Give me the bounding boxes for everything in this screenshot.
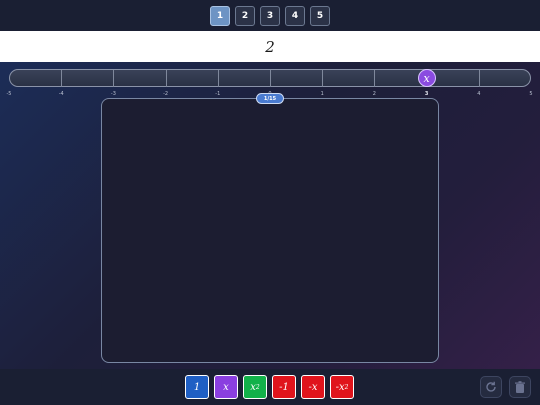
number-line <box>9 69 531 87</box>
tick-label: 5 <box>529 91 533 97</box>
tick-label: 2 <box>372 91 376 97</box>
expression-text: 2 <box>265 37 275 56</box>
tick-label: 3 <box>424 91 429 97</box>
tick-label: 4 <box>477 91 481 97</box>
tile-label: 1 <box>193 381 201 393</box>
page-button-1[interactable]: 1 <box>210 5 230 26</box>
reset-icon <box>486 381 496 392</box>
tile-neg-x-squared[interactable]: -x 2 <box>330 375 354 399</box>
tile-exponent: 2 <box>344 383 349 391</box>
tile-x[interactable]: x <box>214 375 238 399</box>
tile-label: -x <box>335 381 345 393</box>
tile-exponent: 2 <box>255 383 260 391</box>
page-button-2[interactable]: 2 <box>235 5 255 26</box>
number-line-tick <box>113 70 115 87</box>
score-badge: 1/15 <box>256 93 284 104</box>
trash-button[interactable] <box>509 376 531 398</box>
tile-workspace[interactable] <box>101 98 439 363</box>
trash-icon <box>515 381 525 393</box>
number-line-tick <box>374 70 376 87</box>
number-line-tick <box>322 70 324 87</box>
tile-label: -1 <box>279 381 289 393</box>
tile-neg-x[interactable]: -x <box>301 375 325 399</box>
number-line-tick <box>61 70 63 87</box>
page-selector: 12345 <box>0 0 540 31</box>
tile-neg-1[interactable]: -1 <box>272 375 296 399</box>
expression-display: 2 <box>0 31 540 62</box>
x-marker[interactable]: x <box>417 69 436 87</box>
number-line-tick <box>217 70 219 87</box>
tick-label: -1 <box>215 91 221 97</box>
page-button-4[interactable]: 4 <box>285 5 305 26</box>
tile-x-squared[interactable]: x2 <box>243 375 267 399</box>
tile-label: x <box>223 381 229 393</box>
page-button-3[interactable]: 3 <box>260 5 280 26</box>
tile-palette: 1 x x 2 -1 -x -x 2 <box>185 375 354 399</box>
number-line-tick <box>478 70 480 87</box>
tick-label: -5 <box>6 91 12 97</box>
tile-label: -x <box>308 381 318 393</box>
number-line-tick <box>165 70 167 87</box>
reset-button[interactable] <box>480 376 502 398</box>
tick-label: -4 <box>58 91 64 97</box>
number-line-tick <box>270 70 271 87</box>
x-marker-label: x <box>423 71 430 85</box>
page-button-5[interactable]: 5 <box>310 5 330 26</box>
tick-label: 1 <box>320 91 324 97</box>
tick-label: -3 <box>110 91 116 97</box>
score-text: 1/15 <box>263 95 277 102</box>
tick-label: -2 <box>163 91 169 97</box>
tile-1[interactable]: 1 <box>185 375 209 399</box>
